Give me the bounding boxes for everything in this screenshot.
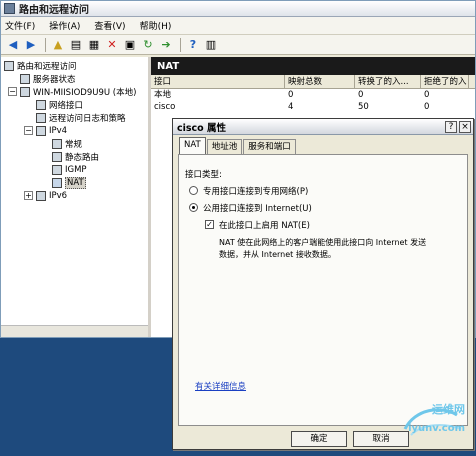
logging-icon — [36, 112, 46, 123]
help-icon[interactable]: ? — [185, 37, 201, 53]
radio-public[interactable] — [189, 203, 198, 212]
table-row[interactable]: 本地 0 0 0 — [151, 89, 475, 101]
column-headers: 接口 映射总数 转换了的入... 拒绝了的入 — [151, 75, 475, 89]
watermark: 运维网 iyunv.com — [401, 401, 467, 441]
translated-value: 0 — [358, 90, 364, 100]
mappings-value: 0 — [288, 90, 294, 100]
title-bar: 路由和远程访问 — [1, 1, 475, 17]
col-inbound-rejected[interactable]: 拒绝了的入 — [421, 75, 469, 88]
toolbar: ◀ ▶ ▲ ▤ ▦ ✕ ▣ ↻ ➔ ? ▥ — [1, 35, 475, 55]
menu-bar: 文件(F) 操作(A) 查看(V) 帮助(H) — [1, 17, 475, 35]
properties-dialog: cisco 属性 ? × NAT 地址池 服务和端口 接口类型: 专用接口连接到… — [172, 118, 474, 450]
igmp-icon — [52, 164, 62, 175]
up-folder-icon[interactable]: ▲ — [50, 37, 66, 53]
tree-item-ipv4[interactable]: − IPv4 — [24, 124, 67, 137]
close-button[interactable]: × — [459, 120, 471, 133]
radio-private-label[interactable]: 专用接口连接到专用网络(P) — [203, 185, 308, 197]
general-icon — [52, 138, 62, 149]
col-mappings[interactable]: 映射总数 — [285, 75, 355, 88]
tree-item-server[interactable]: − WIN-MIISIOD9U9U (本地) — [8, 85, 136, 98]
menu-action[interactable]: 操作(A) — [49, 19, 80, 32]
menu-file[interactable]: 文件(F) — [5, 19, 35, 32]
properties-icon[interactable]: ▦ — [86, 37, 102, 53]
delete-icon[interactable]: ✕ — [104, 37, 120, 53]
col-interface[interactable]: 接口 — [151, 75, 285, 88]
nat-description-line2: 数据，并从 Internet 接收数据。 — [219, 250, 336, 259]
dialog-title: cisco 属性 — [177, 122, 227, 134]
translated-value: 50 — [358, 102, 369, 112]
toolbar-divider — [45, 37, 46, 52]
more-info-link[interactable]: 有关详细信息 — [195, 380, 246, 392]
network-interfaces-icon — [36, 99, 46, 110]
tree-item-general[interactable]: 常规 — [52, 137, 82, 150]
routing-icon — [4, 60, 14, 71]
refresh-icon[interactable]: ↻ — [140, 37, 156, 53]
tree-scrollbar[interactable] — [1, 325, 148, 337]
tab-panel: 接口类型: 专用接口连接到专用网络(P) 公用接口连接到 Internet(U)… — [178, 154, 468, 426]
export-icon[interactable]: ➔ — [158, 37, 174, 53]
interface-type-label: 接口类型: — [185, 170, 222, 180]
server-status-icon — [20, 73, 30, 84]
watermark-site: iyunv.com — [408, 423, 465, 434]
tab-nat[interactable]: NAT — [179, 137, 206, 154]
enable-nat-checkbox[interactable]: ✓ — [205, 220, 214, 229]
interface-name: cisco — [154, 102, 176, 112]
tree-item-network-interfaces[interactable]: 网络接口 — [36, 98, 83, 111]
radio-private[interactable] — [189, 186, 198, 195]
tab-address-pool[interactable]: 地址池 — [206, 139, 243, 154]
menu-view[interactable]: 查看(V) — [94, 19, 125, 32]
tree-root[interactable]: 路由和远程访问 — [4, 59, 77, 72]
list-title: NAT — [151, 57, 475, 75]
interface-name: 本地 — [154, 90, 172, 100]
help-button[interactable]: ? — [445, 120, 457, 133]
mappings-value: 4 — [288, 102, 294, 112]
tree-item-logging[interactable]: 远程访问日志和策略 — [36, 111, 126, 124]
toolbar-divider — [180, 37, 181, 52]
tree-item-server-status[interactable]: 服务器状态 — [20, 72, 76, 85]
ok-button[interactable]: 确定 — [291, 431, 347, 447]
tree-item-nat[interactable]: NAT — [52, 176, 86, 189]
col-inbound-translated[interactable]: 转换了的入... — [355, 75, 421, 88]
app-icon — [4, 3, 15, 14]
tree-item-ipv6[interactable]: + IPv6 — [24, 189, 67, 202]
watermark-brand: 运维网 — [432, 403, 465, 416]
nat-description-line1: NAT 使在此网络上的客户端能使用此接口向 Internet 发送 — [219, 238, 427, 247]
table-row[interactable]: cisco 4 50 0 — [151, 101, 475, 113]
tab-strip: NAT 地址池 服务和端口 — [179, 137, 297, 154]
forward-icon[interactable]: ▶ — [23, 37, 39, 53]
static-routes-icon — [52, 151, 62, 162]
console-icon[interactable]: ▥ — [203, 37, 219, 53]
tree-pane: 路由和远程访问 服务器状态 − WIN-MIISIOD9U9U (本地) 网络接… — [1, 57, 151, 337]
properties-sheet-icon[interactable]: ▣ — [122, 37, 138, 53]
collapse-icon[interactable]: − — [8, 87, 17, 96]
ipv6-icon — [36, 190, 46, 201]
dialog-title-bar: cisco 属性 ? × — [173, 119, 473, 135]
expand-icon[interactable]: + — [24, 191, 33, 200]
collapse-icon[interactable]: − — [24, 126, 33, 135]
tree-item-static-routes[interactable]: 静态路由 — [52, 150, 99, 163]
show-tree-icon[interactable]: ▤ — [68, 37, 84, 53]
rejected-value: 0 — [424, 90, 430, 100]
window-title: 路由和远程访问 — [19, 5, 89, 16]
enable-nat-label[interactable]: 在此接口上启用 NAT(E) — [219, 219, 310, 231]
rejected-value: 0 — [424, 102, 430, 112]
server-icon — [20, 86, 30, 97]
ipv4-icon — [36, 125, 46, 136]
back-icon[interactable]: ◀ — [5, 37, 21, 53]
tree-item-igmp[interactable]: IGMP — [52, 163, 87, 176]
nat-icon — [52, 177, 62, 188]
menu-help[interactable]: 帮助(H) — [140, 19, 172, 32]
tab-services-ports[interactable]: 服务和端口 — [243, 139, 296, 154]
radio-public-label[interactable]: 公用接口连接到 Internet(U) — [203, 202, 312, 214]
